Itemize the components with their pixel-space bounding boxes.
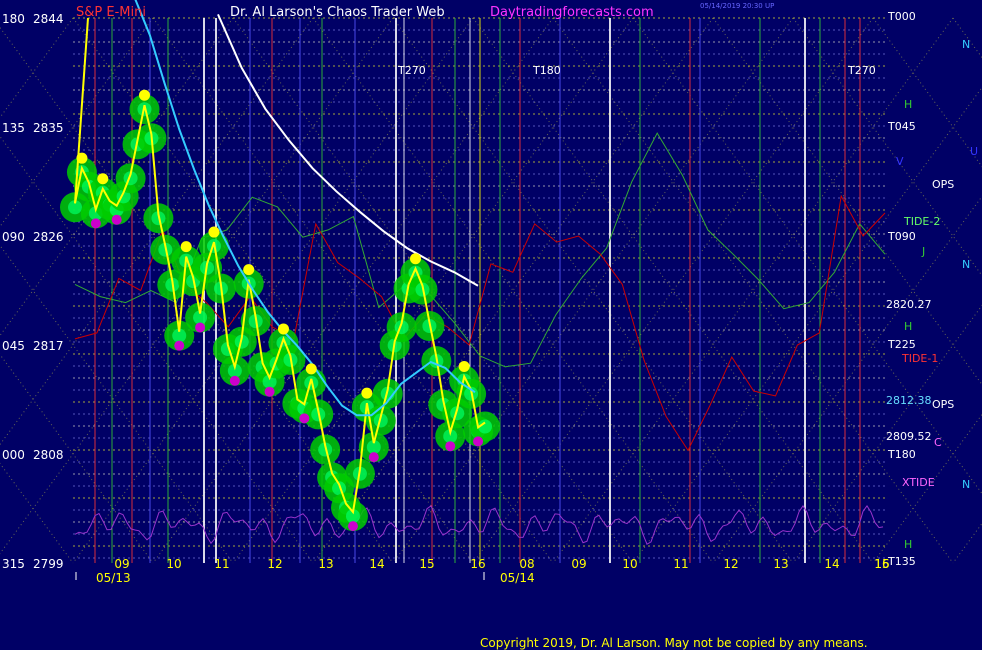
high-marker: [458, 360, 470, 372]
y-tick-angle: 135: [2, 121, 25, 135]
low-marker: [264, 386, 275, 397]
y-tick-price: 2844: [33, 12, 64, 26]
chart-symbol: S&P E-Mini: [76, 5, 146, 20]
right-label: TIDE-2: [903, 215, 940, 228]
right-label: U: [970, 145, 978, 158]
high-marker: [208, 226, 220, 238]
timestamp: 05/14/2019 20:30 UP: [700, 2, 774, 10]
low-marker: [111, 214, 122, 225]
right-label: 2809.52: [886, 430, 932, 443]
site-link[interactable]: Daytradingforecasts.com: [490, 5, 654, 20]
low-marker: [473, 436, 484, 447]
right-label: N: [962, 38, 970, 51]
x-tick-label: 13: [773, 557, 788, 571]
x-date-label: 05/14: [500, 571, 535, 585]
high-marker: [410, 253, 422, 265]
right-label: OPS: [932, 178, 954, 191]
y-tick-angle: 315: [2, 557, 25, 571]
right-label: V: [896, 155, 904, 168]
right-label: H: [904, 320, 912, 333]
x-tick-label: 16: [470, 557, 485, 571]
y-tick-angle: 090: [2, 230, 25, 244]
low-marker: [347, 521, 358, 532]
right-label: T045: [887, 120, 916, 133]
x-tick-label: 13: [318, 557, 333, 571]
y-tick-angle: 180: [2, 12, 25, 26]
high-marker: [277, 323, 289, 335]
low-marker: [229, 375, 240, 386]
low-marker: [174, 340, 185, 351]
x-tick-label: 09: [571, 557, 586, 571]
high-marker: [97, 173, 109, 185]
right-label: T000: [887, 10, 916, 23]
chart-title: Dr. Al Larson's Chaos Trader Web: [230, 5, 445, 20]
right-label: 2820.27: [886, 298, 932, 311]
right-label: T225: [887, 338, 916, 351]
low-marker: [299, 413, 310, 424]
right-label: H: [904, 538, 912, 551]
time-label: T180: [532, 64, 561, 77]
right-label: T135: [887, 555, 916, 568]
time-label: T270: [397, 64, 426, 77]
x-tick-label: 15: [419, 557, 434, 571]
x-tick-label: 12: [267, 557, 282, 571]
y-tick-angle: 000: [2, 448, 25, 462]
right-label: C: [934, 436, 942, 449]
low-marker: [368, 452, 379, 463]
y-tick-price: 2835: [33, 121, 64, 135]
high-marker: [138, 89, 150, 101]
low-marker: [90, 218, 101, 229]
x-date-label: 05/13: [96, 571, 131, 585]
x-tick-label: 08: [519, 557, 534, 571]
right-label: H: [904, 98, 912, 111]
copyright: Copyright 2019, Dr. Al Larson. May not b…: [480, 636, 868, 650]
y-tick-price: 2808: [33, 448, 64, 462]
x-tick-label: 09: [114, 557, 129, 571]
right-label: 2812.38: [886, 394, 932, 407]
high-marker: [243, 264, 255, 276]
y-tick-price: 2817: [33, 339, 64, 353]
y-tick-price: 2826: [33, 230, 64, 244]
right-label: N: [962, 258, 970, 271]
high-marker: [305, 363, 317, 375]
x-tick-label: 10: [622, 557, 637, 571]
right-label: T180: [887, 448, 916, 461]
low-marker: [195, 322, 206, 333]
x-tick-label: 14: [369, 557, 384, 571]
time-label: T270: [847, 64, 876, 77]
right-label: TIDE-1: [901, 352, 938, 365]
chart: 180 2844 135 2835 090 2826 045 2817 000 2808 315 27…: [0, 0, 982, 650]
right-label: XTIDE: [902, 476, 935, 489]
high-marker: [361, 387, 373, 399]
right-label: T090: [887, 230, 916, 243]
y-tick-price: 2799: [33, 557, 64, 571]
right-label: J: [921, 245, 925, 258]
right-label: N: [962, 478, 970, 491]
x-tick-label: 11: [673, 557, 688, 571]
low-marker: [445, 441, 456, 452]
x-tick-label: 12: [723, 557, 738, 571]
right-label: OPS: [932, 398, 954, 411]
x-tick-label: 14: [824, 557, 839, 571]
x-tick-label: 10: [166, 557, 181, 571]
x-tick-label: 11: [214, 557, 229, 571]
y-tick-angle: 045: [2, 339, 25, 353]
high-marker: [180, 241, 192, 253]
high-marker: [76, 152, 88, 164]
